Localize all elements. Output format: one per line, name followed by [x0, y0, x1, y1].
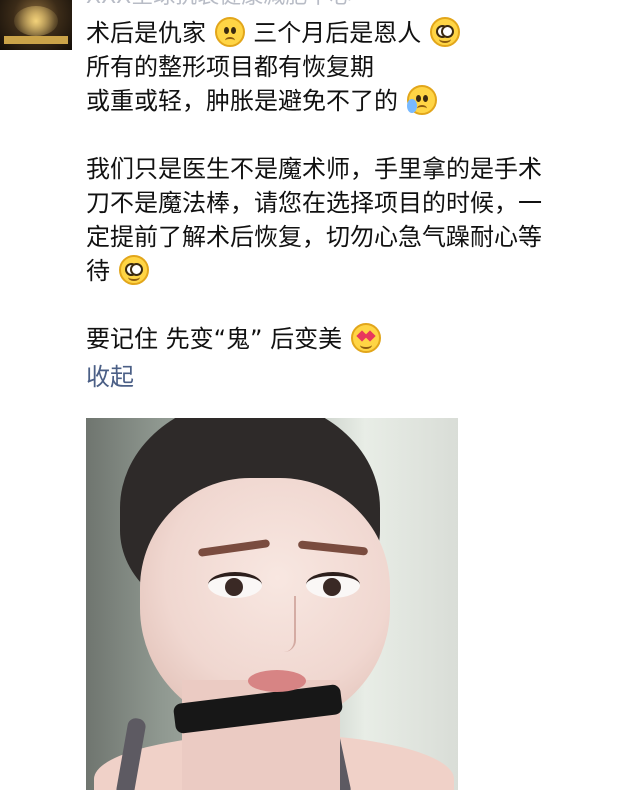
- side-eye-face-icon: [429, 17, 460, 47]
- tear-icon: [406, 99, 417, 113]
- post-text: 术后是仇家: [86, 19, 206, 47]
- post-line-8: 要记住 先变“鬼” 后变美: [86, 322, 626, 356]
- crying-face-mouth: [416, 105, 427, 112]
- photo-nose: [276, 596, 296, 652]
- photo-left-iris: [225, 578, 243, 596]
- avatar-band: [4, 36, 68, 44]
- post-line-6: 定提前了解术后恢复，切勿心急气躁耐心等: [86, 223, 542, 251]
- avatar-glow: [14, 6, 58, 36]
- post-text: 要记住 先变“鬼” 后变美: [86, 325, 343, 353]
- post-line-2: 所有的整形项目都有恢复期: [86, 53, 374, 81]
- post-photo[interactable]: [86, 418, 458, 790]
- post-author-name[interactable]: XXX全球抗衰健康减肥中心: [86, 0, 351, 8]
- post-text: 或重或轻，肿胀是避免不了的: [86, 87, 398, 115]
- post-text: 三个月后是恩人: [253, 19, 422, 47]
- crying-face-right-eye: [422, 95, 428, 102]
- heart-eyes-icon: [350, 323, 381, 353]
- collapse-link[interactable]: 收起: [86, 360, 134, 394]
- post-line-4: 我们只是医生不是魔术师，手里拿的是手术: [86, 155, 542, 183]
- sad-face-icon: [214, 17, 245, 47]
- post-body: 术后是仇家 三个月后是恩人 所有的整形项目都有恢复期 或重或轻，肿胀是避免不了的…: [86, 16, 626, 356]
- dizzy-face-mouth: [127, 273, 140, 281]
- post-line-5: 刀不是魔法棒，请您在选择项目的时候，一: [86, 189, 542, 217]
- photo-right-iris: [323, 578, 341, 596]
- sad-face-mouth: [224, 37, 235, 44]
- photo-left-eye: [208, 572, 262, 598]
- photo-lips: [248, 670, 306, 692]
- post-line-7: 待: [86, 254, 626, 288]
- post-line-3: 或重或轻，肿胀是避免不了的: [86, 84, 626, 118]
- post-text: 待: [86, 257, 110, 285]
- crying-face-left-eye: [415, 95, 421, 102]
- sad-face-right-eye: [230, 27, 236, 34]
- side-eye-face-smile: [438, 35, 451, 43]
- heart-eyes-right-heart: [364, 330, 376, 342]
- photo-right-eye: [306, 572, 360, 598]
- sad-face-left-eye: [223, 27, 229, 34]
- avatar[interactable]: [0, 0, 72, 50]
- post-line-1: 术后是仇家 三个月后是恩人: [86, 16, 626, 50]
- dizzy-face-icon: [118, 255, 149, 285]
- heart-eyes-smile: [359, 341, 372, 349]
- crying-face-icon: [406, 85, 437, 115]
